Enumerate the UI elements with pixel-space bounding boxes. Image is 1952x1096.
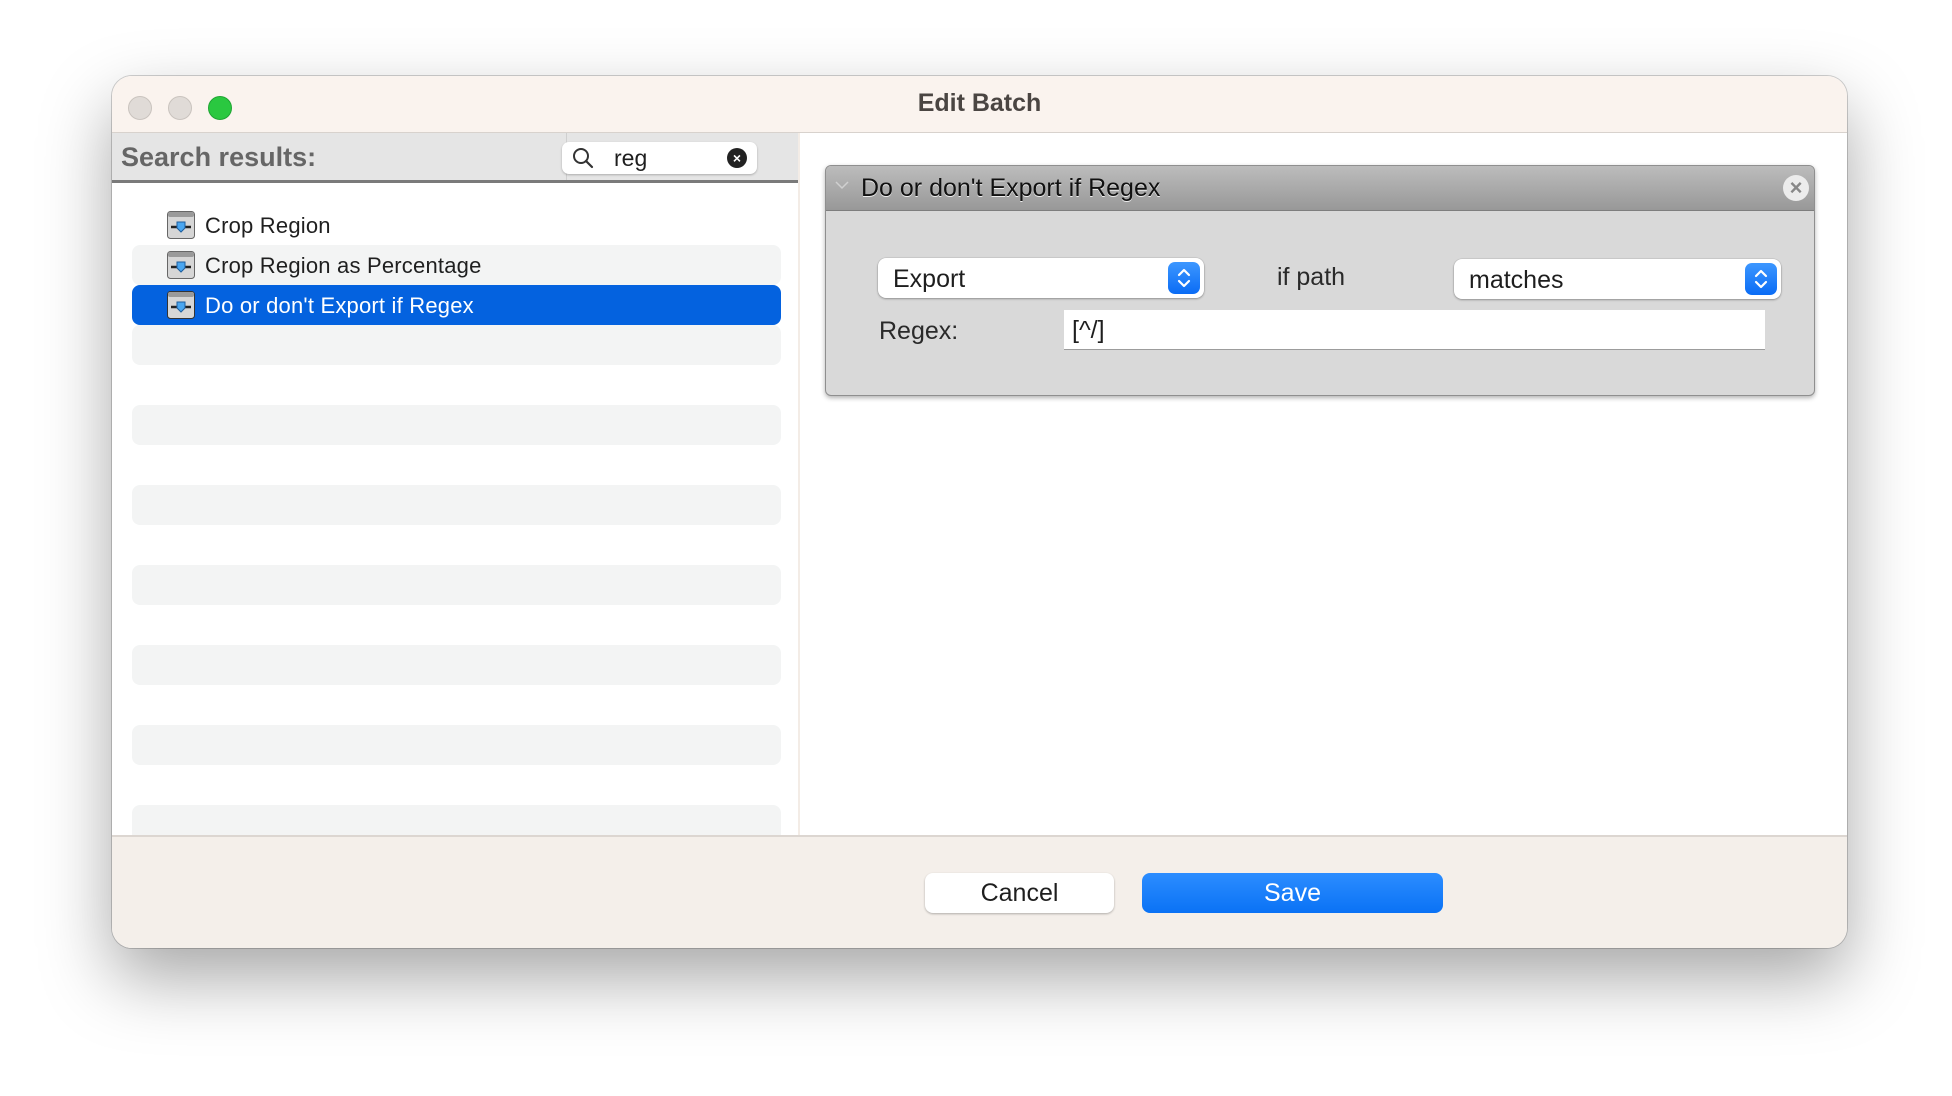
empty-row (132, 405, 781, 445)
item-label: Crop Region as Percentage (205, 253, 482, 278)
condition-label: if path (1276, 263, 1346, 291)
search-results-list: Crop Region Crop Region as Percentage Do… (112, 183, 798, 835)
empty-row (132, 725, 781, 765)
export-mode-value: Export (893, 265, 966, 293)
window-title: Edit Batch (917, 89, 1042, 117)
export-mode-select[interactable]: Export (878, 258, 1204, 298)
slider-action-icon (167, 251, 195, 279)
empty-row (132, 645, 781, 685)
save-button[interactable]: Save (1142, 873, 1443, 913)
slider-action-icon (167, 291, 195, 319)
chevron-down-icon[interactable] (834, 177, 850, 193)
action-title: Do or don't Export if Regex (861, 174, 1161, 202)
match-mode-value: matches (1469, 266, 1564, 294)
list-item[interactable]: Crop Region as Percentage (132, 245, 781, 285)
search-value: reg (614, 145, 648, 171)
search-input[interactable]: reg × (562, 142, 757, 174)
match-mode-select[interactable]: matches (1454, 259, 1781, 299)
action-editor: Do or don't Export if Regex × Export if … (800, 133, 1847, 835)
list-item-selected[interactable]: Do or don't Export if Regex (132, 285, 781, 325)
edit-batch-window: Edit Batch Search results: reg × Crop Re… (112, 76, 1847, 948)
up-down-arrows-icon (1745, 263, 1777, 295)
remove-action-icon[interactable]: × (1783, 175, 1809, 201)
footer: Cancel Save (112, 835, 1847, 948)
search-results-header: Search results: reg × (112, 133, 798, 183)
slider-action-icon (167, 211, 195, 239)
regex-value: [^/] (1072, 316, 1105, 344)
action-panel: Do or don't Export if Regex × Export if … (825, 165, 1815, 396)
regex-input[interactable]: [^/] (1064, 310, 1765, 350)
action-panel-header: Do or don't Export if Regex × (826, 166, 1814, 211)
empty-row (132, 565, 781, 605)
clear-search-icon[interactable]: × (727, 148, 747, 168)
cancel-button[interactable]: Cancel (925, 873, 1114, 913)
empty-row (132, 485, 781, 525)
empty-row (132, 325, 781, 365)
regex-label: Regex: (879, 317, 959, 345)
search-icon (572, 147, 594, 169)
empty-row (132, 805, 781, 835)
sidebar: Search results: reg × Crop Region Crop R… (112, 133, 798, 835)
title-bar: Edit Batch (112, 76, 1847, 133)
item-label: Do or don't Export if Regex (205, 293, 474, 318)
list-item[interactable]: Crop Region (132, 205, 781, 245)
item-label: Crop Region (205, 213, 331, 238)
search-results-label: Search results: (121, 142, 317, 172)
